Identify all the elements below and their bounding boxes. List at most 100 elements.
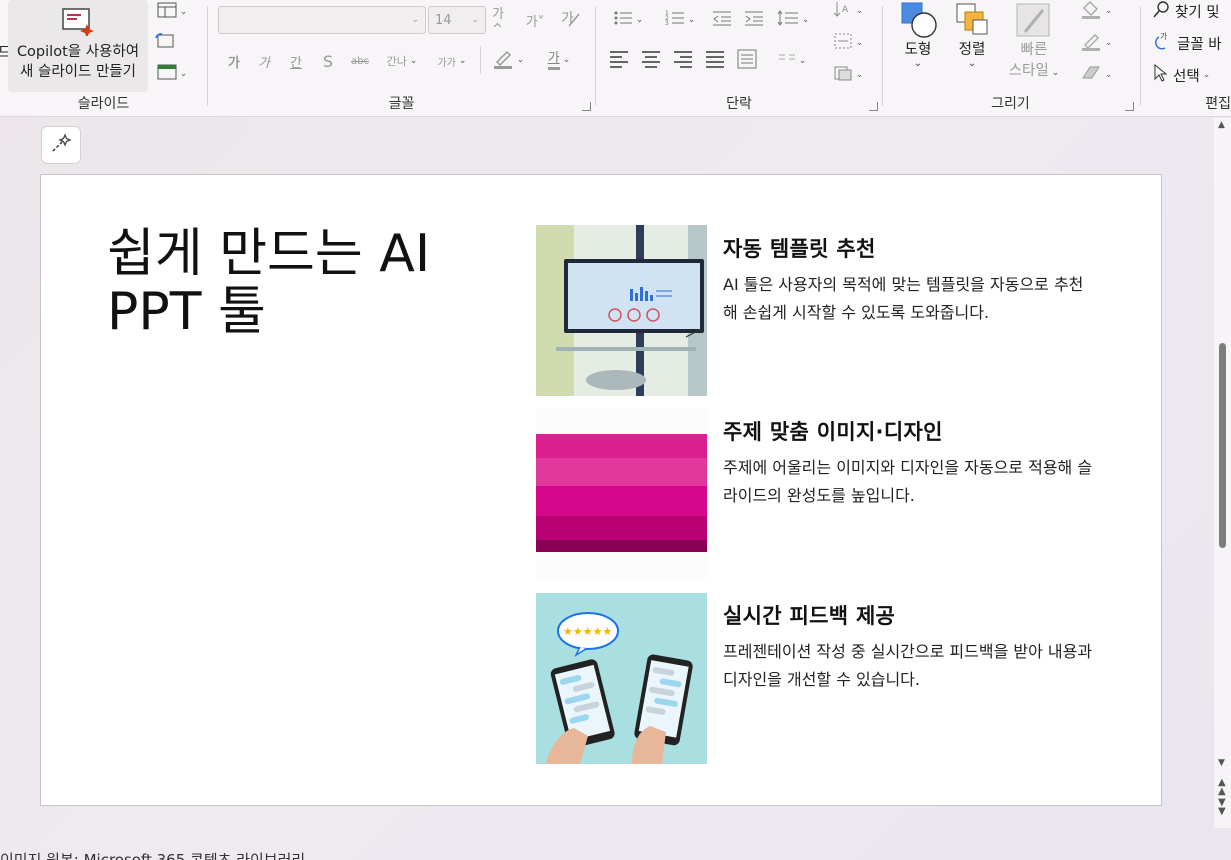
copilot-new-slide-button[interactable]: Copilot을 사용하여 새 슬라이드 만들기 <box>8 0 148 92</box>
paragraph-group-label: 단락 <box>726 96 752 112</box>
justify-button[interactable] <box>704 50 726 72</box>
text-direction-button[interactable]: A ⌄ <box>828 0 868 22</box>
font-group-label: 글꼴 <box>388 96 415 112</box>
chevron-down-icon: ⌄ <box>179 69 188 79</box>
item-body[interactable]: 프레젠테이션 작성 중 실시간으로 피드백을 받아 내용과 디자인을 개선할 수… <box>723 638 1093 694</box>
numbering-button[interactable]: 1 2 3 ⌄ <box>660 8 700 32</box>
underline-button[interactable]: 간 <box>286 50 306 72</box>
item-heading[interactable]: 자동 템플릿 추천 <box>723 233 876 263</box>
chevron-down-icon: ⌄ <box>1104 6 1113 16</box>
chevron-down-icon: ⌄ <box>471 15 479 25</box>
grow-font-button[interactable]: 가^ <box>492 7 514 37</box>
item-body[interactable]: 주제에 어울리는 이미지와 디자인을 자동으로 적용해 슬라이드의 완성도를 높… <box>723 454 1093 510</box>
text-direction-icon: A <box>833 0 853 22</box>
chevron-down-icon: ⌄ <box>967 58 977 69</box>
shape-fill-button[interactable]: ⌄ <box>1073 0 1119 22</box>
chevron-down-icon: ⌄ <box>798 56 807 66</box>
copilot-designer-button[interactable] <box>41 126 81 164</box>
shape-outline-button[interactable]: ⌄ <box>1073 32 1119 54</box>
text-shadow-button[interactable]: S <box>318 50 338 72</box>
item-heading[interactable]: 주제 맞춤 이미지·디자인 <box>723 416 943 446</box>
decrease-indent-button[interactable] <box>710 8 734 32</box>
chevron-down-icon: ⌄ <box>411 15 419 25</box>
smartart-icon <box>833 64 853 86</box>
select-label: 선택 <box>1173 68 1200 85</box>
replace-label: 글꼴 바 <box>1177 36 1222 53</box>
distributed-button[interactable] <box>736 49 758 73</box>
bold-button[interactable]: 가 <box>224 50 244 72</box>
align-left-button[interactable] <box>608 50 630 72</box>
item-heading[interactable]: 실시간 피드백 제공 <box>723 600 895 630</box>
character-spacing-button[interactable]: 간나 ⌄ <box>382 50 422 72</box>
scroll-down-arrow-icon[interactable]: ▼ <box>1218 758 1225 768</box>
align-text-button[interactable]: ⌄ <box>828 32 868 54</box>
align-right-button[interactable] <box>672 50 694 72</box>
previous-slide-icon[interactable]: ▲ ▲ <box>1218 778 1226 797</box>
increase-indent-icon <box>744 9 764 31</box>
italic-button[interactable]: 가 <box>254 50 274 72</box>
shape-effects-icon <box>1080 64 1102 86</box>
section-icon <box>157 64 177 84</box>
shape-effects-button[interactable]: ⌄ <box>1073 64 1119 86</box>
align-center-button[interactable] <box>640 50 662 72</box>
reset-button[interactable] <box>152 32 176 52</box>
distributed-icon <box>737 49 757 73</box>
vertical-scrollbar[interactable]: ▲ ▼ ▲ ▲ ▼ ▼ <box>1214 118 1231 828</box>
bullets-button[interactable]: ⌄ <box>608 8 648 32</box>
justify-icon <box>706 51 724 71</box>
svg-text:가: 가 <box>1160 32 1168 41</box>
decrease-indent-icon <box>712 9 732 31</box>
smartart-button[interactable]: ⌄ <box>828 64 868 86</box>
paragraph-dialog-launcher[interactable] <box>869 102 878 111</box>
replace-font-button[interactable]: 가 글꼴 바 <box>1153 32 1222 54</box>
clear-formatting-button[interactable]: 가 <box>558 8 582 32</box>
chevron-down-icon: ⌄ <box>1104 70 1113 80</box>
chevron-down-icon: ⌄ <box>801 15 810 25</box>
image-source-text[interactable]: 이미지 원본: Microsoft 365 콘텐츠 라이브러리 <box>0 849 305 860</box>
copilot-label-line1: Copilot을 사용하여 <box>16 44 140 60</box>
quick-styles-button[interactable]: 빠른 스타일 ⌄ <box>1001 0 1067 84</box>
shrink-font-button[interactable]: 가˅ <box>524 8 546 32</box>
chevron-down-icon: ⌄ <box>458 56 467 66</box>
drawing-dialog-launcher[interactable] <box>1125 102 1134 111</box>
highlighter-icon <box>492 47 514 73</box>
drawing-group: 도형 ⌄ 정렬 ⌄ 빠른 스타일 ⌄ ⌄ ⌄ ⌄ 그리기 <box>883 0 1138 117</box>
magenta-gradient-image[interactable] <box>536 408 707 579</box>
scrollbar-thumb[interactable] <box>1219 343 1226 548</box>
arrange-button[interactable]: 정렬 ⌄ <box>949 0 995 80</box>
font-color-button[interactable]: 가 ⌄ <box>538 48 580 72</box>
scroll-up-arrow-icon[interactable]: ▲ <box>1218 120 1225 130</box>
quick-styles-label-line2: 스타일 <box>1008 63 1049 79</box>
increase-indent-button[interactable] <box>742 8 766 32</box>
find-button[interactable]: 찾기 및 <box>1153 0 1220 22</box>
layout-button[interactable]: ⌄ <box>152 2 192 22</box>
highlight-color-button[interactable]: ⌄ <box>488 48 528 72</box>
shapes-label: 도형 <box>904 42 932 58</box>
svg-text:★★★★★: ★★★★★ <box>563 625 612 638</box>
pen-outline-icon <box>1080 31 1102 55</box>
line-spacing-button[interactable]: ⌄ <box>772 8 814 32</box>
chevron-down-icon: ⌄ <box>562 55 571 65</box>
item-body[interactable]: AI 툴은 사용자의 목적에 맞는 템플릿을 자동으로 추천해 손쉽게 시작할 … <box>723 271 1093 327</box>
copilot-label-line2: 새 슬라이드 만들기 <box>20 64 136 80</box>
monitor-office-image[interactable] <box>536 225 707 396</box>
font-dialog-launcher[interactable] <box>582 102 591 111</box>
slide-canvas[interactable]: 쉽게 만드는 AI PPT 툴 자동 템플릿 추천 AI 툴은 사용자의 목적에… <box>40 174 1162 806</box>
chevron-down-icon: ⌄ <box>635 15 644 25</box>
select-button[interactable]: 선택 ⌄ <box>1153 63 1210 86</box>
chevron-down-icon: ⌄ <box>1051 68 1060 78</box>
phone-feedback-image[interactable]: ★★★★★ <box>536 593 707 764</box>
chevron-down-icon: ⌄ <box>913 58 923 69</box>
change-case-button[interactable]: 가가 ⌄ <box>432 50 472 72</box>
arrange-label: 정렬 <box>958 42 986 58</box>
chevron-down-icon: ⌄ <box>409 56 418 66</box>
columns-button[interactable]: ⌄ <box>772 50 812 72</box>
next-slide-icon[interactable]: ▼ ▼ <box>1218 798 1226 817</box>
strikethrough-button[interactable]: abc <box>348 50 372 72</box>
section-button[interactable]: ⌄ <box>152 64 192 84</box>
slide-title[interactable]: 쉽게 만드는 AI PPT 툴 <box>107 225 487 341</box>
shapes-button[interactable]: 도형 ⌄ <box>895 0 941 80</box>
columns-icon <box>778 53 796 69</box>
font-size-combobox[interactable]: 14 ⌄ <box>428 6 486 34</box>
font-name-combobox[interactable]: ⌄ <box>218 6 426 34</box>
